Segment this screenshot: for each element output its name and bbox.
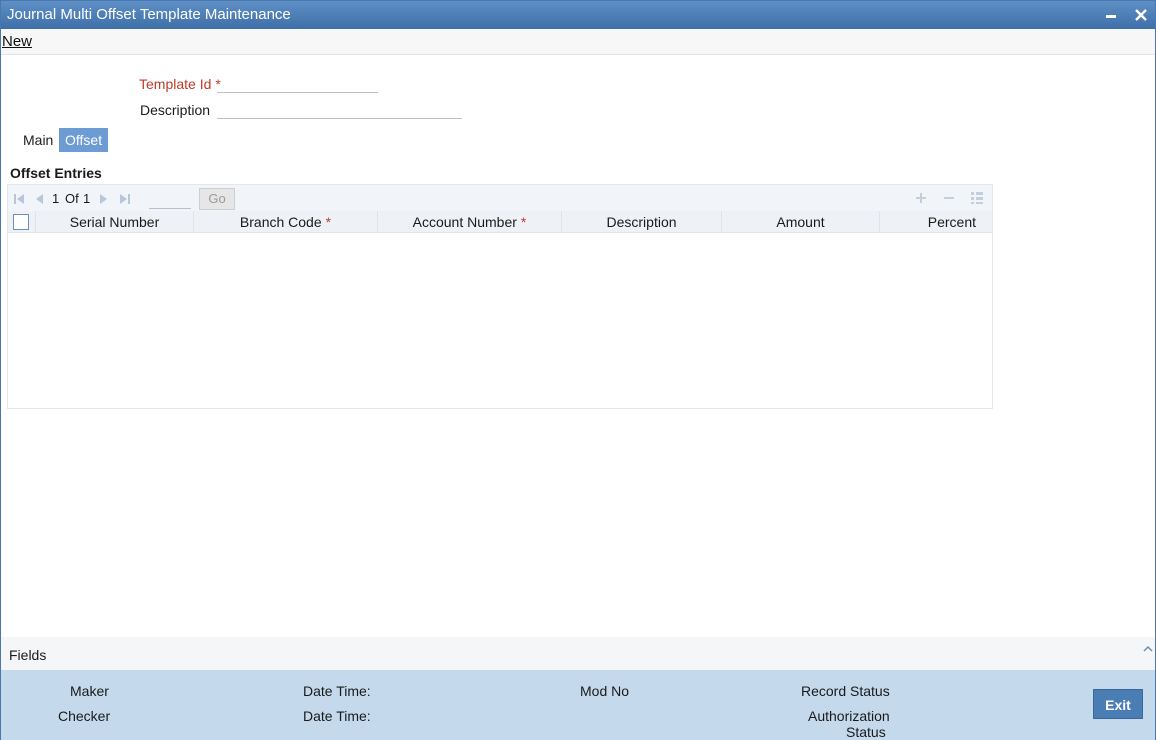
- grid-toolbar: 1 Of 1 Go: [8, 185, 992, 211]
- total-pages: 1: [83, 191, 91, 206]
- last-page-icon[interactable]: [119, 192, 131, 204]
- template-id-input[interactable]: [217, 73, 378, 93]
- audit-panel: Maker Checker Date Time: Date Time: Mod …: [1, 670, 1155, 740]
- col-branch-code[interactable]: Branch Code *: [194, 211, 378, 233]
- tab-main[interactable]: Main: [17, 128, 59, 152]
- select-all-checkbox[interactable]: [13, 214, 29, 230]
- go-button[interactable]: Go: [199, 188, 235, 210]
- fields-label[interactable]: Fields: [9, 647, 46, 663]
- window-title: Journal Multi Offset Template Maintenanc…: [7, 6, 291, 23]
- authorization-status-label: Status: [846, 724, 886, 740]
- col-description[interactable]: Description: [562, 211, 722, 233]
- menu-bar: New: [1, 29, 1155, 55]
- col-serial-number[interactable]: Serial Number: [36, 211, 194, 233]
- chevron-up-icon[interactable]: [1142, 642, 1154, 654]
- grid-header: Serial Number Branch Code * Account Numbe…: [8, 211, 992, 233]
- new-link[interactable]: New: [2, 33, 32, 50]
- add-row-icon[interactable]: [914, 191, 928, 205]
- maker-date-time-label: Date Time:: [303, 683, 371, 699]
- exit-button[interactable]: Exit: [1093, 689, 1143, 719]
- page-of-label: Of: [65, 191, 79, 206]
- row-details-icon[interactable]: [970, 191, 984, 205]
- first-page-icon[interactable]: [13, 192, 25, 204]
- checker-label: Checker: [58, 708, 111, 724]
- delete-row-icon[interactable]: [942, 191, 956, 205]
- tab-offset[interactable]: Offset: [59, 128, 109, 152]
- fields-bar: Fields: [1, 637, 1155, 670]
- previous-page-icon[interactable]: [33, 192, 45, 204]
- record-status-label: Record Status: [801, 683, 890, 699]
- mod-no-label: Mod No: [580, 683, 630, 699]
- offset-entries-grid: 1 Of 1 Go Serial Number Branch Code * Ac…: [7, 184, 993, 409]
- col-amount[interactable]: Amount: [722, 211, 880, 233]
- maker-label: Maker: [70, 683, 109, 699]
- page-number-input[interactable]: [149, 189, 191, 209]
- template-id-label: Template Id *: [139, 76, 221, 92]
- col-percent[interactable]: Percent: [880, 211, 992, 233]
- offset-entries-title: Offset Entries: [10, 165, 102, 181]
- description-input[interactable]: [217, 99, 462, 119]
- col-account-number[interactable]: Account Number *: [378, 211, 562, 233]
- close-icon[interactable]: [1131, 5, 1151, 25]
- minimize-icon[interactable]: [1101, 5, 1121, 25]
- authorization-label: Authorization: [808, 708, 890, 724]
- app-window: Journal Multi Offset Template Maintenanc…: [0, 0, 1156, 740]
- select-all-cell: [8, 211, 36, 233]
- checker-date-time-label: Date Time:: [303, 708, 371, 724]
- description-label: Description: [140, 102, 211, 118]
- current-page: 1: [52, 191, 60, 206]
- next-page-icon[interactable]: [98, 192, 110, 204]
- title-bar: Journal Multi Offset Template Maintenanc…: [1, 1, 1155, 29]
